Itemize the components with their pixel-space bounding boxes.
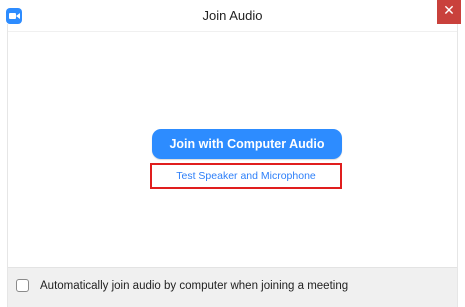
- window-title: Join Audio: [202, 8, 263, 23]
- highlight-frame: Test Speaker and Microphone: [150, 163, 342, 189]
- test-speaker-microphone-link[interactable]: Test Speaker and Microphone: [152, 165, 340, 187]
- auto-join-label: Automatically join audio by computer whe…: [40, 280, 349, 292]
- auto-join-checkbox[interactable]: [16, 279, 29, 292]
- close-icon: ✕: [443, 3, 455, 19]
- left-border: [0, 24, 8, 307]
- dialog-content: Join with Computer Audio Test Speaker an…: [8, 32, 457, 267]
- dialog-footer: Automatically join audio by computer whe…: [8, 267, 457, 307]
- close-button[interactable]: ✕: [437, 0, 461, 24]
- join-audio-dialog: Join Audio ✕ Join with Computer Audio Te…: [0, 0, 465, 307]
- join-computer-audio-button[interactable]: Join with Computer Audio: [152, 129, 342, 159]
- title-bar: Join Audio ✕: [0, 0, 465, 32]
- right-border: [457, 24, 465, 307]
